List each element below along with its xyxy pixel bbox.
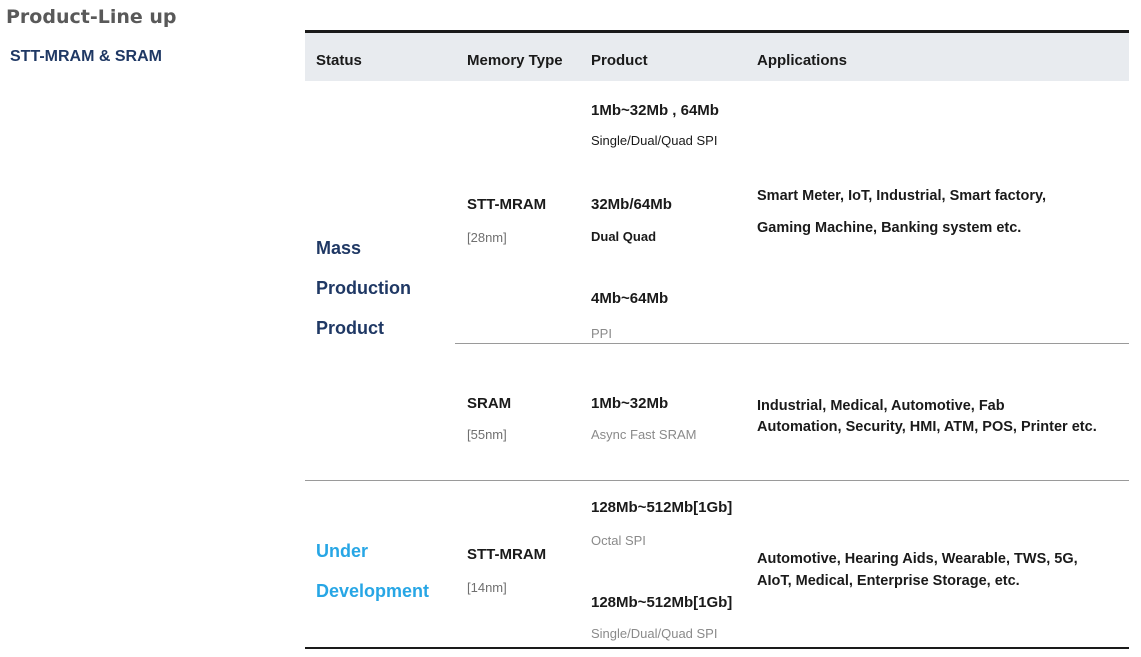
table-header: Status Memory Type Product Applications [305, 33, 1129, 81]
row-divider [455, 343, 1129, 344]
memory-node: [55nm] [467, 427, 507, 442]
status-line: Production [316, 278, 411, 298]
header-memory-type: Memory Type [467, 52, 563, 69]
applications-text: Smart Meter, IoT, Industrial, Smart fact… [757, 180, 1046, 244]
applications-line: AIoT, Medical, Enterprise Storage, etc. [757, 573, 1020, 589]
product-sub: Dual Quad [591, 229, 657, 244]
header-status: Status [316, 52, 362, 69]
product-name: 32Mb/64Mb [591, 196, 672, 213]
applications-line: Automotive, Hearing Aids, Wearable, TWS,… [757, 551, 1078, 567]
product-lineup-table: Status Memory Type Product Applications … [305, 30, 1129, 650]
applications-text: Automotive, Hearing Aids, Wearable, TWS,… [757, 548, 1078, 592]
applications-line: Gaming Machine, Banking system etc. [757, 220, 1022, 236]
status-under-development: Under Development [316, 531, 429, 611]
group-divider [305, 480, 1129, 481]
memory-node: [28nm] [467, 230, 507, 245]
applications-line: Automation, Security, HMI, ATM, POS, Pri… [757, 419, 1097, 435]
product-sub: Single/Dual/Quad SPI [591, 626, 718, 641]
product-sub: Async Fast SRAM [591, 427, 697, 442]
status-line: Mass [316, 238, 362, 258]
page-title: Product-Line up [6, 6, 177, 28]
product-name: 1Mb~32Mb , 64Mb [591, 102, 719, 119]
status-line: Under [316, 541, 369, 561]
product-sub: PPI [591, 326, 612, 341]
status-line: Product [316, 318, 385, 338]
header-product: Product [591, 52, 648, 69]
product-name: 4Mb~64Mb [591, 290, 669, 307]
page-subtitle: STT-MRAM & SRAM [10, 48, 162, 65]
product-sub: Octal SPI [591, 533, 646, 548]
applications-line: Smart Meter, IoT, Industrial, Smart fact… [757, 188, 1047, 204]
memory-type: STT-MRAM [467, 546, 547, 563]
product-name: 128Mb~512Mb[1Gb] [591, 594, 733, 611]
status-mass-production: Mass Production Product [316, 228, 411, 348]
product-sub: Single/Dual/Quad SPI [591, 133, 718, 148]
applications-text: Industrial, Medical, Automotive, Fab Aut… [757, 396, 1097, 438]
memory-type: SRAM [467, 395, 512, 412]
memory-node: [14nm] [467, 580, 507, 595]
table-bottom-rule [305, 647, 1129, 649]
memory-type: STT-MRAM [467, 196, 547, 213]
status-line: Development [316, 581, 430, 601]
applications-line: Industrial, Medical, Automotive, Fab [757, 398, 1005, 414]
header-applications: Applications [757, 52, 848, 69]
product-name: 1Mb~32Mb [591, 395, 669, 412]
product-name: 128Mb~512Mb[1Gb] [591, 499, 733, 516]
